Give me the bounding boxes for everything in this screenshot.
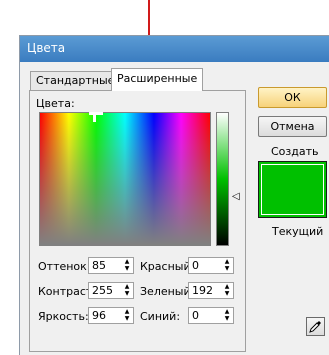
spectrum-crosshair-icon bbox=[93, 114, 96, 122]
red-label: Красный: bbox=[140, 260, 195, 273]
spin-arrows-icon[interactable]: ▲ ▼ bbox=[223, 308, 231, 323]
cancel-button[interactable]: Отмена bbox=[258, 116, 327, 137]
eyedropper-button[interactable] bbox=[306, 317, 325, 336]
blue-spinbox[interactable]: 0 ▲ ▼ bbox=[188, 307, 234, 324]
spectrum-crosshair-bar-icon bbox=[89, 112, 103, 115]
brightness-spinbox[interactable]: 96 ▲ ▼ bbox=[88, 307, 134, 324]
spin-arrows-icon[interactable]: ▲ ▼ bbox=[223, 283, 231, 298]
titlebar: Цвета bbox=[20, 36, 329, 62]
luminance-slider[interactable] bbox=[216, 112, 229, 246]
red-spinbox[interactable]: 0 ▲ ▼ bbox=[188, 257, 234, 274]
green-value: 192 bbox=[192, 284, 213, 297]
spin-arrows-icon[interactable]: ▲ ▼ bbox=[223, 258, 231, 273]
luminance-arrow-icon[interactable]: ◁ bbox=[232, 191, 240, 202]
hue-value: 85 bbox=[92, 259, 106, 272]
saturation-value: 255 bbox=[92, 284, 113, 297]
eyedropper-icon bbox=[309, 321, 321, 333]
blue-label: Синий: bbox=[140, 310, 181, 323]
current-color-swatch bbox=[258, 161, 327, 218]
green-spinbox[interactable]: 192 ▲ ▼ bbox=[188, 282, 234, 299]
spin-arrows-icon[interactable]: ▲ ▼ bbox=[123, 258, 131, 273]
ok-button[interactable]: ОК bbox=[258, 87, 327, 108]
colors-label: Цвета: bbox=[36, 97, 75, 110]
tab-standard[interactable]: Стандартные bbox=[30, 71, 121, 90]
brightness-label: Яркость: bbox=[38, 310, 89, 323]
colors-dialog: Цвета Стандартные Расширенные Цвета: ◁ О… bbox=[19, 35, 329, 355]
hue-label: Оттенок: bbox=[38, 260, 91, 273]
spin-arrows-icon[interactable]: ▲ ▼ bbox=[123, 283, 131, 298]
current-label: Текущий bbox=[272, 225, 324, 238]
swatch-inner-border bbox=[261, 164, 324, 215]
color-spectrum[interactable] bbox=[39, 112, 211, 246]
blue-value: 0 bbox=[192, 309, 199, 322]
brightness-value: 96 bbox=[92, 309, 106, 322]
dialog-title: Цвета bbox=[27, 41, 66, 55]
spin-arrows-icon[interactable]: ▲ ▼ bbox=[123, 308, 131, 323]
create-label: Создать bbox=[271, 145, 319, 158]
hue-spinbox[interactable]: 85 ▲ ▼ bbox=[88, 257, 134, 274]
tab-extended[interactable]: Расширенные bbox=[111, 68, 204, 91]
saturation-spinbox[interactable]: 255 ▲ ▼ bbox=[88, 282, 134, 299]
red-value: 0 bbox=[192, 259, 199, 272]
green-label: Зеленый: bbox=[140, 285, 195, 298]
